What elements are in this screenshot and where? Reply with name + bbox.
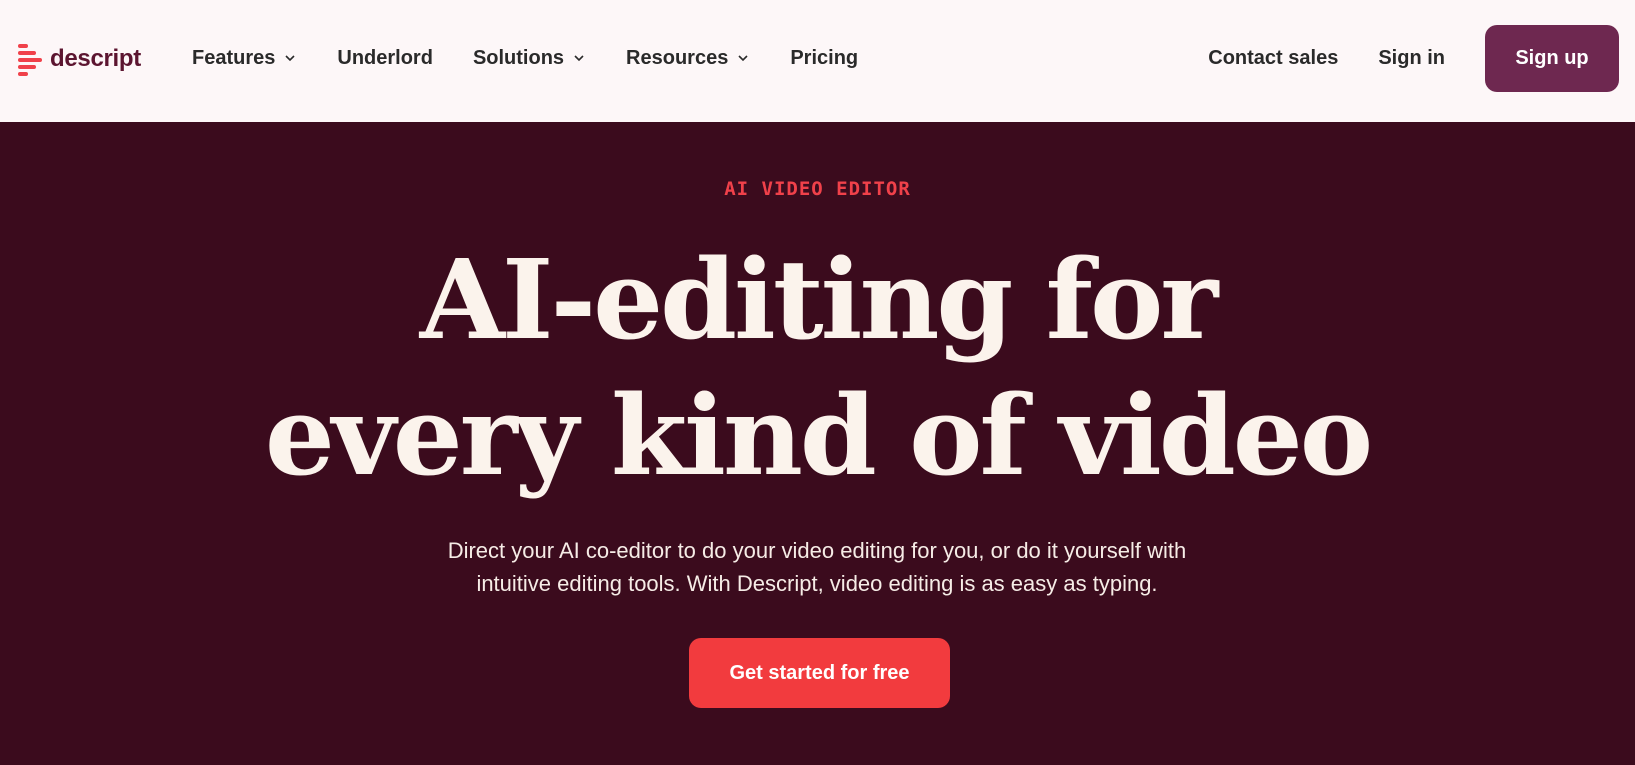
chevron-down-icon xyxy=(574,55,584,62)
top-navbar: descript Features Underlord Solutions Re… xyxy=(0,0,1635,122)
hero-subtext: Direct your AI co-editor to do your vide… xyxy=(367,534,1267,600)
headline-line-2: every kind of video xyxy=(264,371,1373,500)
nav-item-label: Solutions xyxy=(472,46,565,69)
sign-in-link[interactable]: Sign in xyxy=(1378,47,1445,70)
sign-up-button[interactable]: Sign up xyxy=(1485,25,1619,92)
nav-item-features[interactable]: Features xyxy=(192,44,297,72)
hero-headline: AI-editing for every kind of video xyxy=(0,232,1635,504)
nav-item-label: Pricing xyxy=(790,46,859,69)
nav-item-label: Resources xyxy=(626,46,729,69)
logo-wordmark: descript xyxy=(50,45,141,72)
hero-eyebrow: AI VIDEO EDITOR xyxy=(724,178,911,200)
nav-links: Features Underlord Solutions Resources P… xyxy=(192,44,898,72)
hero-section: AI VIDEO EDITOR AI-editing for every kin… xyxy=(0,122,1635,765)
nav-item-solutions[interactable]: Solutions xyxy=(473,44,586,72)
chevron-down-icon xyxy=(738,55,748,62)
get-started-button[interactable]: Get started for free xyxy=(689,638,950,708)
descript-logo[interactable]: descript xyxy=(18,42,141,76)
nav-item-resources[interactable]: Resources xyxy=(626,44,750,72)
subtext-line-1: Direct your AI co-editor to do your vide… xyxy=(447,538,1187,563)
chevron-down-icon xyxy=(285,55,295,62)
descript-logo-icon xyxy=(18,44,42,76)
subtext-line-2: intuitive editing tools. With Descript, … xyxy=(476,571,1158,596)
nav-item-label: Underlord xyxy=(337,46,433,69)
nav-actions: Contact sales Sign in Sign up xyxy=(1208,25,1619,92)
nav-item-label: Features xyxy=(192,46,276,69)
nav-item-underlord[interactable]: Underlord xyxy=(337,44,433,72)
headline-line-1: AI-editing for xyxy=(419,235,1219,364)
nav-item-pricing[interactable]: Pricing xyxy=(790,44,858,72)
contact-sales-link[interactable]: Contact sales xyxy=(1208,47,1338,70)
